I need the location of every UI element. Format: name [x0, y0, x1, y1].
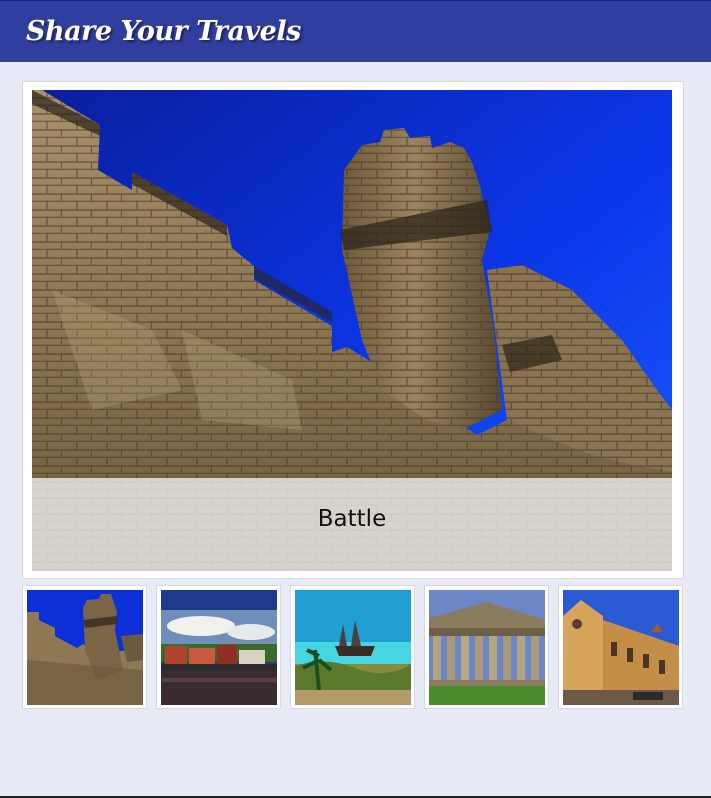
thumbnail-harbor[interactable] — [156, 585, 281, 709]
thumbnail-strip — [22, 585, 685, 709]
pirate-ship-thumbnail-photo — [295, 590, 411, 705]
greek-temple-thumbnail-photo — [429, 590, 545, 705]
site-title[interactable]: Share Your Travels — [26, 16, 301, 47]
harbor-thumbnail-photo — [161, 590, 277, 705]
church-thumbnail-photo — [563, 590, 679, 705]
featured-photo: Battle — [32, 90, 672, 571]
top-nav-bar: Share Your Travels — [0, 0, 711, 62]
thumbnail-greek-temple[interactable] — [424, 585, 549, 709]
thumbnail-pirate-ship[interactable] — [290, 585, 415, 709]
castle-thumbnail-photo — [27, 590, 143, 705]
caption-overlay: Battle — [32, 478, 672, 571]
photo-caption: Battle — [317, 506, 387, 532]
thumbnail-church[interactable] — [558, 585, 683, 709]
featured-photo-card: Battle — [22, 81, 684, 579]
thumbnail-castle[interactable] — [22, 585, 147, 709]
